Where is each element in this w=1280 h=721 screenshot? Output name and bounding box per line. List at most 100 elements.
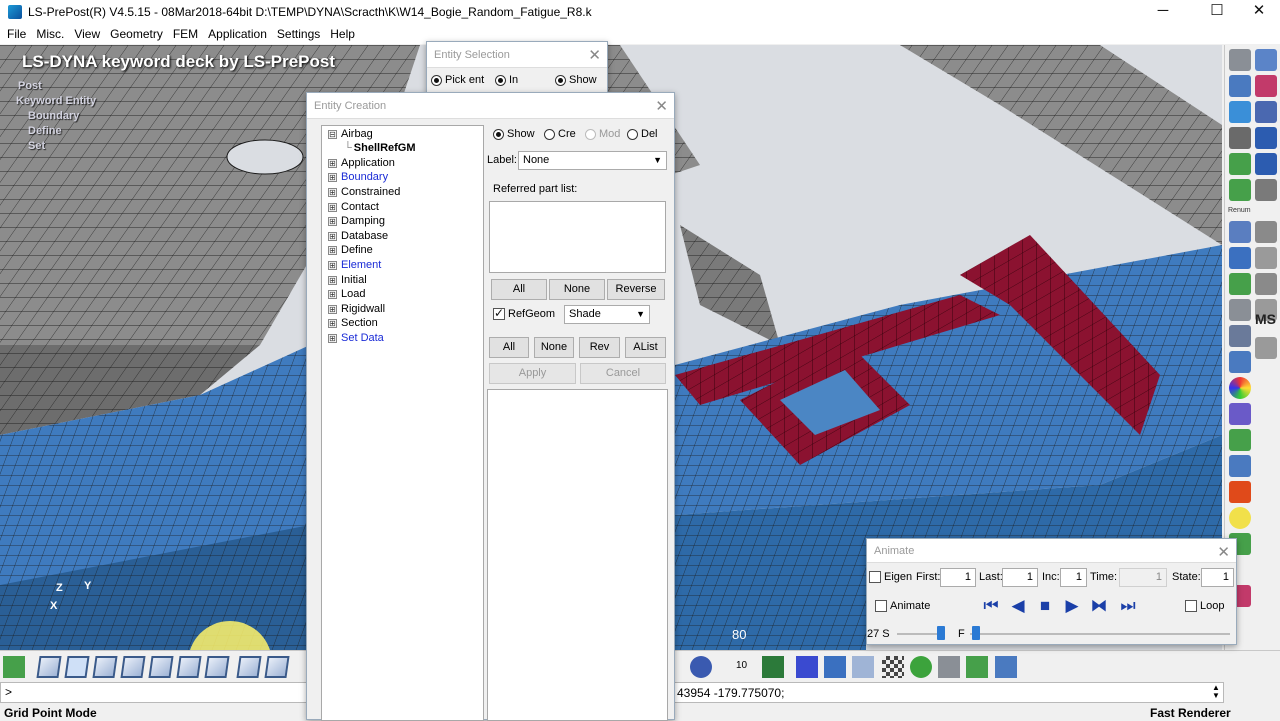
none-button[interactable]: None <box>534 337 574 358</box>
green-ball-icon[interactable] <box>910 656 932 678</box>
list-tool-icon[interactable] <box>1255 247 1277 269</box>
close-icon[interactable]: ✕ <box>655 97 668 115</box>
feature-view-icon[interactable] <box>176 656 202 678</box>
wireframe-view-icon[interactable] <box>36 656 62 678</box>
refgeom-checkbox[interactable] <box>493 306 505 321</box>
cube-tool-icon[interactable] <box>1255 153 1277 175</box>
keyword-tree[interactable]: ⊟ Airbag └ ShellRefGM ⊞ Application ⊞ Bounda… <box>321 125 484 721</box>
expand-icon[interactable]: ⊞ <box>328 289 337 299</box>
show-radio[interactable] <box>493 128 504 140</box>
last-input[interactable]: 1 <box>1002 568 1038 587</box>
frame-slider-track[interactable] <box>970 633 1230 635</box>
surface-tool-icon[interactable] <box>1255 49 1277 71</box>
tree-item-element[interactable]: ⊞ Element <box>328 259 381 273</box>
light-tool-icon[interactable] <box>1229 507 1251 529</box>
link-tool-icon[interactable] <box>1255 337 1277 359</box>
mode-del[interactable]: Del <box>627 128 658 140</box>
menu-file[interactable]: File <box>2 27 31 41</box>
shape-tool-icon[interactable] <box>1229 403 1251 425</box>
rotate-view-icon[interactable] <box>690 656 712 678</box>
expand-icon[interactable]: ⊞ <box>328 231 337 241</box>
expand-icon[interactable]: ⊞ <box>328 187 337 197</box>
check2-tool-icon[interactable] <box>1229 179 1251 201</box>
step-back-button[interactable]: ◀ <box>1007 596 1029 616</box>
gear2-tool-icon[interactable] <box>1229 299 1251 321</box>
annotate-tool-icon[interactable] <box>1229 429 1251 451</box>
tree-item-constrained[interactable]: ⊞ Constrained <box>328 186 400 200</box>
explode-tool-icon[interactable] <box>1229 481 1251 503</box>
menu-help[interactable]: Help <box>325 27 360 41</box>
state-input[interactable]: 1 <box>1201 568 1234 587</box>
cre-radio[interactable] <box>544 128 555 140</box>
list-none-button[interactable]: None <box>549 279 605 300</box>
shade-select[interactable]: Shade ▼ <box>564 305 650 324</box>
notes-tool-icon[interactable] <box>852 656 874 678</box>
tree-item-section[interactable]: ⊞ Section <box>328 317 378 331</box>
pick-ent-radio[interactable] <box>431 74 442 86</box>
animate-checkbox[interactable] <box>875 600 887 613</box>
check3-tool-icon[interactable] <box>1229 273 1251 295</box>
last-frame-button[interactable]: ⏭ <box>1117 596 1139 616</box>
grid2-tool-icon[interactable] <box>1255 273 1277 295</box>
close-icon[interactable]: ✕ <box>1217 543 1230 561</box>
menu-geometry[interactable]: Geometry <box>105 27 168 41</box>
loop-option[interactable]: Loop <box>1185 600 1224 613</box>
grid-view-icon[interactable] <box>204 656 230 678</box>
mode-cre[interactable]: Cre <box>544 128 576 140</box>
doc-tool-icon[interactable] <box>1229 325 1251 347</box>
box-tool-icon[interactable] <box>796 656 818 678</box>
show-radio[interactable] <box>555 74 566 86</box>
mesh-tool-icon[interactable] <box>1229 75 1251 97</box>
inc-input[interactable]: 1 <box>1060 568 1087 587</box>
show-option[interactable]: Show <box>555 74 597 86</box>
frame-slider-handle[interactable] <box>972 626 980 640</box>
gear-tool-icon[interactable] <box>1229 49 1251 71</box>
tree-item-shellrefgm[interactable]: └ ShellRefGM <box>344 142 416 156</box>
expand-icon[interactable]: ⊞ <box>328 318 337 328</box>
expand-icon[interactable]: ⊞ <box>328 245 337 255</box>
tree-item-damping[interactable]: ⊞ Damping <box>328 215 385 229</box>
menu-view[interactable]: View <box>69 27 105 41</box>
check-tool-icon[interactable] <box>1229 153 1251 175</box>
hidden-view-icon[interactable] <box>92 656 118 678</box>
maximize-button[interactable]: ☐ <box>1194 0 1240 24</box>
tree-item-contact[interactable]: ⊞ Contact <box>328 201 379 215</box>
expand-icon[interactable]: ⊞ <box>328 333 337 343</box>
edge-view-icon[interactable] <box>148 656 174 678</box>
close-icon[interactable]: ✕ <box>588 46 601 64</box>
table2-tool-icon[interactable] <box>1229 455 1251 477</box>
tree-item-define[interactable]: ⊞ Define <box>328 244 373 258</box>
eigen-checkbox[interactable] <box>869 571 881 584</box>
expand-icon[interactable]: ⊞ <box>328 260 337 270</box>
tree-item-set-data[interactable]: ⊞ Set Data <box>328 332 384 346</box>
part-tool-icon[interactable] <box>1229 247 1251 269</box>
table-tool-icon[interactable] <box>1255 221 1277 243</box>
menu-fem[interactable]: FEM <box>168 27 203 41</box>
tree-item-load[interactable]: ⊞ Load <box>328 288 365 302</box>
edit-tool-icon[interactable] <box>1229 127 1251 149</box>
tree-item-database[interactable]: ⊞ Database <box>328 230 388 244</box>
sphere-tool-icon[interactable] <box>1255 127 1277 149</box>
menu-misc[interactable]: Misc. <box>31 27 69 41</box>
menu-settings[interactable]: Settings <box>272 27 325 41</box>
loop-checkbox[interactable] <box>1185 600 1197 613</box>
cancel-button[interactable]: Cancel <box>580 363 666 384</box>
plane-tool-icon[interactable] <box>1255 101 1277 123</box>
renum-tool-icon[interactable] <box>1229 221 1251 243</box>
list-all-button[interactable]: All <box>491 279 547 300</box>
pick-ent-option[interactable]: Pick ent <box>431 74 484 86</box>
all-button[interactable]: All <box>489 337 529 358</box>
close-button[interactable]: ✕ <box>1236 0 1280 24</box>
window-tool-icon[interactable] <box>1229 351 1251 373</box>
list-reverse-button[interactable]: Reverse <box>607 279 665 300</box>
render-view-icon[interactable] <box>264 656 290 678</box>
tree-item-airbag[interactable]: ⊟ Airbag <box>328 128 373 142</box>
solid-view-icon[interactable] <box>236 656 262 678</box>
command-scroll-icon[interactable]: ▲ ▼ <box>1209 684 1223 701</box>
color-wheel-icon[interactable] <box>1229 377 1251 399</box>
tree-item-initial[interactable]: ⊞ Initial <box>328 274 367 288</box>
alist-button[interactable]: AList <box>625 337 666 358</box>
tree-item-application[interactable]: ⊞ Application <box>328 157 395 171</box>
label-select[interactable]: None ▼ <box>518 151 667 170</box>
eigen-option[interactable]: Eigen <box>869 571 912 584</box>
